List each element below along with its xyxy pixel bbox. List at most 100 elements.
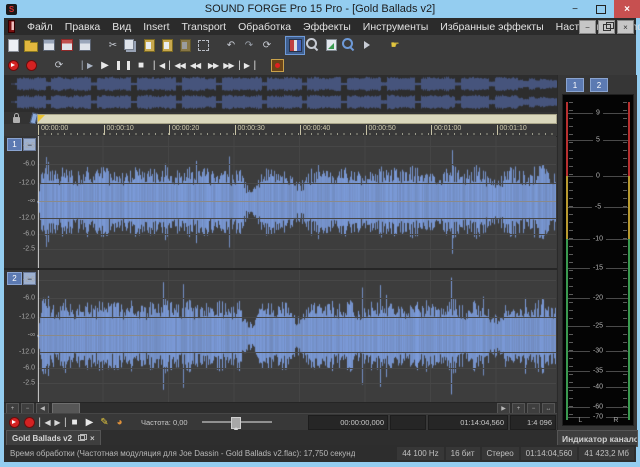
stop-icon[interactable]: ■ xyxy=(132,57,150,74)
ruler-label: 00:01:00 xyxy=(434,125,461,132)
save-all-icon[interactable] xyxy=(76,37,94,54)
go-to-end-icon[interactable]: ▶▕ xyxy=(52,415,67,430)
menu-item-8[interactable]: Избранные эффекты xyxy=(434,21,549,33)
waveform-overview[interactable] xyxy=(4,75,557,113)
undo-icon[interactable]: ↶ xyxy=(222,37,240,54)
position-bar-row xyxy=(4,112,557,124)
play-all-icon[interactable]: ▏▶ xyxy=(78,57,96,74)
menu-item-0[interactable]: Файл xyxy=(21,21,59,33)
audio-locator-icon[interactable]: ◕ xyxy=(112,415,127,430)
grid-line xyxy=(37,183,556,184)
record-icon[interactable] xyxy=(22,57,40,74)
meter-scale-label: -35 xyxy=(590,367,606,374)
record-monitor-icon[interactable] xyxy=(268,57,286,74)
menu-item-6[interactable]: Эффекты xyxy=(297,21,357,33)
play-icon[interactable]: ▶ xyxy=(96,57,114,74)
event-tool-icon[interactable] xyxy=(322,37,340,54)
db-scale-label: -12.0 xyxy=(19,179,35,186)
record-remote-icon[interactable] xyxy=(7,415,22,430)
menu-item-1[interactable]: Правка xyxy=(59,21,106,33)
time-field-3[interactable]: 1:4 096 xyxy=(510,415,556,430)
menu-item-4[interactable]: Transport xyxy=(176,21,233,33)
record-icon[interactable] xyxy=(22,415,37,430)
open-file-icon[interactable] xyxy=(22,37,40,54)
close-button[interactable]: × xyxy=(614,0,640,18)
grid-line xyxy=(37,298,556,299)
edit-cursor xyxy=(38,136,39,268)
db-scale-label: -∞ xyxy=(28,331,35,338)
doc-restore-button[interactable] xyxy=(598,20,615,34)
meter-channel-button-1[interactable]: 1 xyxy=(566,78,584,92)
status-cell-1: 16 бит xyxy=(446,447,480,460)
paste-to-new-icon xyxy=(180,39,191,52)
envelope-tool-icon[interactable] xyxy=(340,37,358,54)
magnify-tool-icon[interactable] xyxy=(304,37,322,54)
lock-icon xyxy=(13,117,20,123)
paste-to-new-icon[interactable] xyxy=(176,37,194,54)
channel-1-button[interactable]: 1 xyxy=(7,138,22,151)
paste-special-icon xyxy=(162,39,173,52)
go-to-end-icon[interactable]: ▶▕ xyxy=(240,57,258,74)
pencil-tool-icon[interactable] xyxy=(358,37,376,54)
meter-scale-label: -15 xyxy=(590,265,606,272)
stop-icon[interactable]: ■ xyxy=(67,415,82,430)
save-icon[interactable] xyxy=(40,37,58,54)
new-file-icon[interactable] xyxy=(4,37,22,54)
menu-item-3[interactable]: Insert xyxy=(137,21,175,33)
meter-scale-label: -70 xyxy=(590,413,606,420)
loop-playback-icon[interactable]: ⟳ xyxy=(50,57,68,74)
forward-icon[interactable]: ▶▶ xyxy=(204,57,222,74)
channel-2-button[interactable]: 2 xyxy=(7,272,22,285)
copy-icon[interactable] xyxy=(122,37,140,54)
hand-tool-icon[interactable]: ☛ xyxy=(386,37,404,54)
tab-close-icon[interactable]: × xyxy=(90,434,95,443)
paste-special-icon[interactable] xyxy=(158,37,176,54)
doc-close-button[interactable]: × xyxy=(617,20,634,34)
cut-icon[interactable]: ✂ xyxy=(104,37,122,54)
rewind-icon[interactable]: ◀◀ xyxy=(186,57,204,74)
repeat-icon[interactable]: ⟳ xyxy=(258,37,276,54)
window-content: ▐ ФайлПравкаВидInsertTransportОбработкаЭ… xyxy=(4,18,636,462)
title-bar: S SOUND FORGE Pro 15 Pro - [Gold Ballads… xyxy=(0,0,640,18)
menu-item-2[interactable]: Вид xyxy=(106,21,137,33)
position-scroll-bar[interactable] xyxy=(37,114,557,124)
record-icon xyxy=(24,417,35,428)
record-remote-icon[interactable] xyxy=(4,57,22,74)
maximize-icon xyxy=(596,5,606,14)
lock-icon[interactable] xyxy=(10,112,22,124)
channel-2-wave-area[interactable] xyxy=(37,270,556,402)
rewind-all-icon[interactable]: ▏◀◀ xyxy=(168,57,186,74)
open-file-icon xyxy=(24,42,38,52)
meter-scale-label: -25 xyxy=(590,323,606,330)
go-to-start-icon[interactable]: ▏◀ xyxy=(37,415,52,430)
grid-line xyxy=(37,335,556,336)
menu-bar: ▐ ФайлПравкаВидInsertTransportОбработкаЭ… xyxy=(4,18,636,36)
level-meter[interactable]: 950-5-10-15-20-25-30-35-40-60-70LR xyxy=(562,94,634,426)
meter-channel-button-2[interactable]: 2 xyxy=(590,78,608,92)
document-tab[interactable]: Gold Ballads v2 × xyxy=(6,430,101,445)
time-field-1[interactable] xyxy=(390,415,426,430)
paste-icon[interactable] xyxy=(140,37,158,54)
go-to-start-icon[interactable]: ▏◀ xyxy=(150,57,168,74)
fast-forward-icon[interactable]: ▶▶▕ xyxy=(222,57,240,74)
overview-canvas[interactable] xyxy=(11,75,557,112)
play-icon[interactable]: ▶ xyxy=(82,415,97,430)
grid-line xyxy=(37,352,556,353)
time-field-2[interactable]: 01:14:04,560 xyxy=(428,415,508,430)
minimize-button[interactable]: − xyxy=(562,0,588,18)
menu-item-7[interactable]: Инструменты xyxy=(357,21,434,33)
pause-icon[interactable] xyxy=(114,57,132,74)
trim-crop-icon[interactable] xyxy=(194,37,212,54)
menu-item-5[interactable]: Обработка xyxy=(232,21,297,33)
meter-scale-label: -5 xyxy=(592,204,604,211)
channel-1-wave-area[interactable] xyxy=(37,136,556,268)
tab-restore-icon[interactable] xyxy=(78,435,85,441)
save-as-icon[interactable] xyxy=(58,37,76,54)
edit-tool-icon[interactable] xyxy=(286,37,304,54)
maximize-button[interactable] xyxy=(588,0,614,18)
time-field-0[interactable]: 00:00:00,000 xyxy=(308,415,388,430)
redo-icon[interactable]: ↷ xyxy=(240,37,258,54)
scrub-tool-icon[interactable]: ✎ xyxy=(97,415,112,430)
rate-slider[interactable] xyxy=(202,415,272,430)
doc-minimize-button[interactable]: − xyxy=(579,20,596,34)
